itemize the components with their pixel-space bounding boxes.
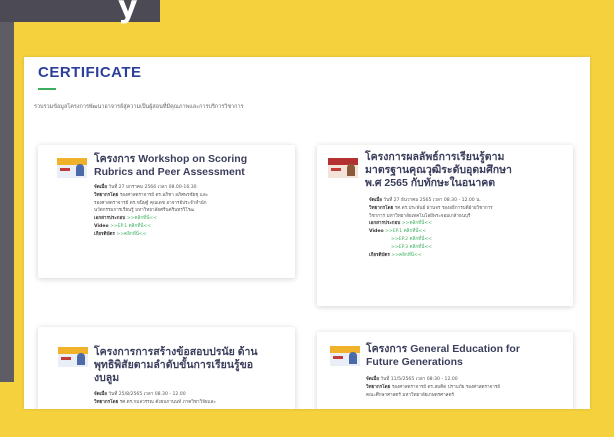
detail-row: วิทยากรโดย รองศาสตราจารย์ ดร.อภิชา อภิศพ… [94, 192, 209, 198]
certificate-link[interactable]: >>คลิกที่นี่<< [391, 253, 421, 258]
project-card: โครงการการสร้างข้อสอบปรนัย ด้าน พุทธิพิส… [38, 327, 295, 409]
project-card: โครงการ Workshop on Scoring Rubrics and … [38, 145, 295, 278]
project-title-line: Rubrics and Peer Assessment [94, 166, 245, 178]
project-title-line: พ.ศ 2565 กับทักษะในอนาคต [365, 177, 496, 189]
project-title[interactable]: โครงการผลลัพธ์การเรียนรู้ตาม มาตรฐานคุณว… [365, 151, 570, 190]
project-details: จัดเมื่อ วันที่ 27 มกราคม 2566 เวลา 08.0… [94, 184, 208, 239]
detail-row: เอกสารประกอบ >>คลิกที่นี่<< [369, 221, 432, 227]
project-thumbnail[interactable] [328, 158, 358, 178]
project-thumbnail[interactable] [57, 158, 87, 178]
video-link[interactable]: >>EP.1 คลิกที่นี่<< [110, 224, 151, 229]
detail-row: เอกสารประกอบ >>คลิกที่นี่<< [94, 216, 157, 222]
certificate-link[interactable]: >>คลิกที่นี่<< [116, 232, 146, 237]
banner-partial-text: y [118, 0, 138, 25]
section-title: CERTIFICATE [38, 64, 142, 81]
detail-row: วิชาการ มหาวิทยาลัยเทคโนโลยีพระจอมเกล้าธ… [369, 213, 471, 219]
section-subtitle: รวบรวมข้อมูลโครงการพัฒนาอาจารย์สู่ความเป… [34, 104, 244, 110]
detail-row: คณะศึกษาศาสตร์ มหาวิทยาลัยเกษตรศาสตร์ [366, 392, 454, 398]
detail-row: วิทยากรโดย รศ.ดร.กมลวรรณ ตังธนกานนท์ ภาค… [94, 399, 216, 405]
project-title-line: งบลูม [94, 372, 120, 384]
detail-row: นวัตกรรมการเรียนรู้ มหาวิทยาลัยศรีนครินท… [94, 208, 195, 214]
document-link[interactable]: >>คลิกที่นี่<< [127, 216, 157, 221]
left-dark-strip [0, 22, 14, 382]
project-title[interactable]: โครงการ Workshop on Scoring Rubrics and … [94, 153, 290, 179]
top-dark-banner: y [0, 0, 160, 25]
video-link[interactable]: >>EP.2 คลิกที่นี่<< [391, 237, 432, 242]
detail-row: จัดเมื่อ วันที่ 25/8/2565 เวลา 08.30 - 1… [94, 392, 186, 397]
detail-row: จัดเมื่อ วันที่ 11/5/2565 เวลา 08:30 - 1… [366, 377, 458, 382]
detail-row: จัดเมื่อ วันที่ 27 มกราคม 2566 เวลา 08.0… [94, 185, 197, 190]
detail-row: เกียรติบัตร >>คลิกที่นี่<< [94, 231, 147, 237]
project-thumbnail[interactable] [58, 347, 88, 367]
title-underline [38, 88, 56, 90]
detail-row: >>EP.3 คลิกที่นี่<< [369, 244, 493, 252]
project-title-line: มาตรฐานคุณวุฒิระดับอุดมศึกษา [365, 164, 512, 176]
project-title-line: โครงการการสร้างข้อสอบปรนัย ด้าน [94, 346, 258, 358]
project-details: จัดเมื่อ วันที่ 25/8/2565 เวลา 08.30 - 1… [94, 391, 216, 407]
project-title-line: พุทธิพิสัยตามลำดับขั้นการเรียนรู้ขอ [94, 359, 254, 371]
project-card: โครงการ General Education for Future Gen… [317, 332, 573, 409]
detail-row: รองศาสตราจารย์ ดร.ขนิษฐ์ คุณเดช อาจารย์ป… [94, 200, 207, 206]
project-thumbnail[interactable] [330, 346, 360, 366]
detail-row: เกียรติบัตร >>คลิกที่นี่<< [369, 252, 422, 258]
detail-row: จัดเมื่อ วันที่ 27 ธันวาคม 2565 เวลา 08.… [369, 198, 481, 203]
video-link[interactable]: >>EP.1 คลิกที่นี่<< [385, 229, 426, 234]
project-details: จัดเมื่อ วันที่ 11/5/2565 เวลา 08:30 - 1… [366, 376, 500, 399]
video-link[interactable]: >>EP.3 คลิกที่นี่<< [391, 245, 432, 250]
project-card: โครงการผลลัพธ์การเรียนรู้ตาม มาตรฐานคุณว… [317, 145, 573, 306]
project-title-line: Future Generations [366, 356, 463, 368]
detail-row: Video >>EP.1 คลิกที่นี่<< [94, 223, 152, 229]
project-title-line: โครงการ Workshop on Scoring [94, 153, 248, 165]
project-title[interactable]: โครงการการสร้างข้อสอบปรนัย ด้าน พุทธิพิส… [94, 346, 292, 385]
detail-row: วิทยากรโดย รศ.ดร.ประพันธ์ ผ่านจร รองอธิก… [369, 205, 493, 211]
document-link[interactable]: >>คลิกที่นี่<< [402, 221, 432, 226]
project-title[interactable]: โครงการ General Education for Future Gen… [366, 343, 571, 369]
detail-row: Video >>EP.1 คลิกที่นี่<< [369, 229, 427, 235]
project-title-line: โครงการผลลัพธ์การเรียนรู้ตาม [365, 151, 505, 163]
project-title-line: โครงการ General Education for [366, 343, 520, 355]
project-details: จัดเมื่อ วันที่ 27 ธันวาคม 2565 เวลา 08.… [369, 197, 493, 259]
detail-row: วิทยากรโดย รองศาสตราจารย์ ดร.สมคิด ปราบภ… [366, 384, 500, 390]
detail-row: >>EP.2 คลิกที่นี่<< [369, 236, 493, 244]
certificate-panel: CERTIFICATE รวบรวมข้อมูลโครงการพัฒนาอาจา… [24, 57, 590, 409]
